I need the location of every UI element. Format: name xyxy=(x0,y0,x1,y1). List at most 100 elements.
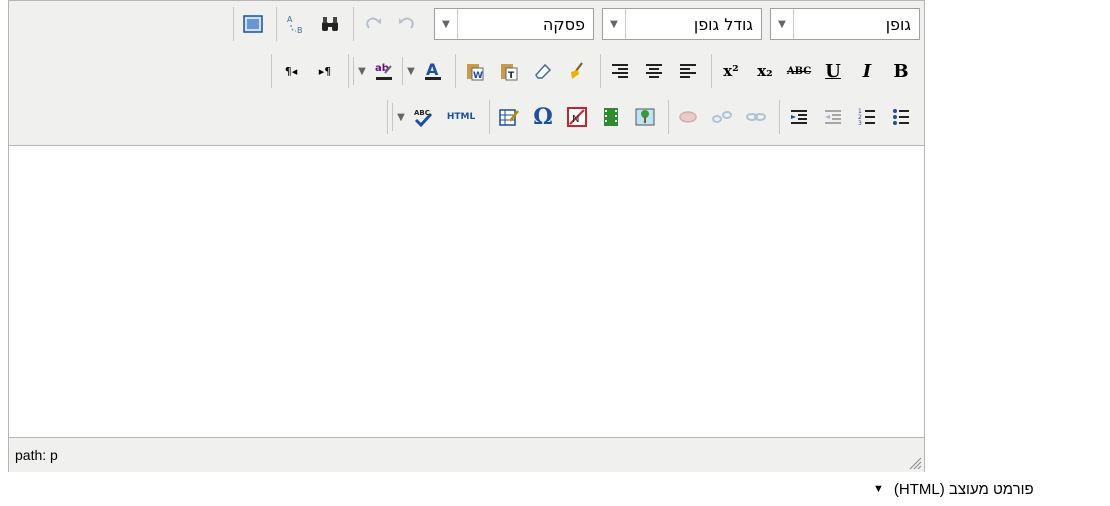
paste-word-icon: W xyxy=(467,64,484,81)
align-center-icon xyxy=(646,64,662,78)
fullscreen-group xyxy=(233,7,272,41)
bullet-list-button[interactable] xyxy=(885,101,917,133)
toolbar-row-2: B I U ABC x₂ x² T W A ▼ ab ▼ ▸¶ ¶◂ xyxy=(267,53,920,89)
align-left-button[interactable] xyxy=(672,55,704,87)
svg-text:3: 3 xyxy=(858,120,862,127)
text-format-select[interactable]: ▼ פורמט מעוצב (HTML) xyxy=(873,476,1034,502)
anchor-button[interactable] xyxy=(672,101,704,133)
image-icon xyxy=(635,108,655,126)
strike-label: ABC xyxy=(786,65,812,77)
chevron-down-icon: ▼ xyxy=(603,9,626,39)
italic-button[interactable]: I xyxy=(851,55,883,87)
insert-image-button[interactable] xyxy=(629,101,661,133)
underline-button[interactable]: U xyxy=(817,55,849,87)
editor-toolbar: גופן ▼ גודל גופן ▼ פסקה ▼ A B B I U ABC … xyxy=(9,1,924,146)
spellcheck-button[interactable]: ABC xyxy=(410,101,436,133)
bold-button[interactable]: B xyxy=(885,55,917,87)
chevron-down-icon[interactable]: ▼ xyxy=(392,103,409,131)
rtl-button[interactable]: ¶◂ xyxy=(275,55,307,87)
replace-icon: AB xyxy=(287,15,303,35)
cleanup-button[interactable] xyxy=(561,55,593,87)
svg-text:B: B xyxy=(297,26,303,35)
chevron-down-icon: ▼ xyxy=(435,9,458,39)
ltr-button[interactable]: ▸¶ xyxy=(309,55,341,87)
remove-format-button[interactable] xyxy=(527,55,559,87)
paste-text-icon: T xyxy=(501,64,518,81)
bullet-list-icon xyxy=(893,109,909,125)
history-group xyxy=(353,7,426,41)
superscript-label: x² xyxy=(723,62,739,80)
format-block-label: פסקה xyxy=(542,14,585,34)
underline-label: U xyxy=(825,60,841,82)
align-group xyxy=(600,54,707,88)
indent-button[interactable] xyxy=(783,101,815,133)
align-center-button[interactable] xyxy=(638,55,670,87)
font-family-select[interactable]: גופן ▼ xyxy=(770,8,920,40)
omega-label: Ω xyxy=(533,104,553,130)
numbered-list-icon: 123 xyxy=(858,108,875,127)
table-edit-icon xyxy=(499,109,519,126)
html-source-button[interactable]: HTML xyxy=(440,101,482,133)
redo-button[interactable] xyxy=(357,8,389,40)
element-path: path: p xyxy=(15,447,58,463)
insert-group: N Ω xyxy=(489,100,664,134)
outdent-button[interactable] xyxy=(817,101,849,133)
font-family-label: גופן xyxy=(885,14,911,34)
nolink-icon: N xyxy=(567,107,587,127)
text-color-icon: A xyxy=(425,60,441,80)
highlight-icon: ab xyxy=(375,63,392,80)
fullscreen-icon xyxy=(243,15,263,33)
binoculars-icon xyxy=(322,17,338,31)
font-size-label: גודל גופן xyxy=(693,14,753,34)
direction-group: ▸¶ ¶◂ xyxy=(271,54,344,88)
chevron-down-icon[interactable]: ▼ xyxy=(353,57,370,85)
subscript-button[interactable]: x₂ xyxy=(749,55,781,87)
undo-button[interactable] xyxy=(391,8,423,40)
chevron-down-icon[interactable]: ▼ xyxy=(402,57,419,85)
redo-icon xyxy=(366,17,381,29)
toolbar-row-1: גופן ▼ גודל גופן ▼ פסקה ▼ A B xyxy=(229,6,920,42)
link-group xyxy=(668,100,775,134)
format-block-select[interactable]: פסקה ▼ xyxy=(434,8,594,40)
film-icon xyxy=(604,108,618,126)
rtl-label: ¶◂ xyxy=(284,64,298,78)
insert-table-button[interactable] xyxy=(493,101,525,133)
resize-handle-icon[interactable] xyxy=(908,456,922,470)
undo-icon xyxy=(399,17,414,29)
anchor-icon xyxy=(679,111,697,123)
html-group: HTML ABC ▼ xyxy=(387,100,485,134)
color-group: A ▼ ab ▼ xyxy=(348,54,451,88)
numbered-list-button[interactable]: 123 xyxy=(851,101,883,133)
unlink-button[interactable] xyxy=(706,101,738,133)
editor-statusbar: path: p xyxy=(9,437,924,472)
fullscreen-button[interactable] xyxy=(237,8,269,40)
svg-text:W: W xyxy=(473,71,483,81)
svg-text:A: A xyxy=(426,60,439,79)
search-group: AB xyxy=(276,7,349,41)
italic-label: I xyxy=(862,60,872,82)
subscript-label: x₂ xyxy=(757,62,773,80)
chevron-down-icon: ▼ xyxy=(771,9,794,39)
find-button[interactable] xyxy=(314,8,346,40)
replace-button[interactable]: AB xyxy=(280,8,312,40)
font-size-select[interactable]: גודל גופן ▼ xyxy=(602,8,762,40)
bold-label: B xyxy=(893,60,909,82)
forecolor-split: A ▼ xyxy=(402,55,447,87)
broom-icon xyxy=(571,62,583,79)
paste-word-button[interactable]: W xyxy=(459,55,491,87)
align-right-button[interactable] xyxy=(604,55,636,87)
backcolor-split: ab ▼ xyxy=(353,55,398,87)
insert-media-button[interactable] xyxy=(595,101,627,133)
strikethrough-button[interactable]: ABC xyxy=(783,55,815,87)
link-icon xyxy=(746,113,766,121)
svg-text:T: T xyxy=(508,71,515,81)
text-format-value: פורמט מעוצב (HTML) xyxy=(893,480,1034,498)
link-button[interactable] xyxy=(740,101,772,133)
text-color-button[interactable]: A xyxy=(420,55,446,87)
insert-nolink-button[interactable]: N xyxy=(561,101,593,133)
superscript-button[interactable]: x² xyxy=(715,55,747,87)
editor-content-area[interactable] xyxy=(9,146,924,437)
highlight-color-button[interactable]: ab xyxy=(371,55,397,87)
paste-text-button[interactable]: T xyxy=(493,55,525,87)
special-char-button[interactable]: Ω xyxy=(527,101,559,133)
